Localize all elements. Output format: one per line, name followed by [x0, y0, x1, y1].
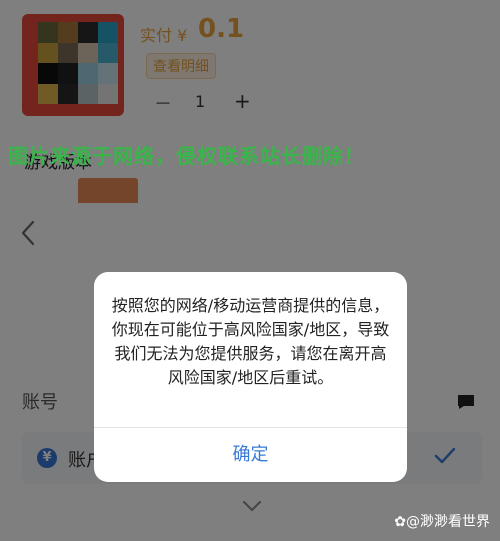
source-watermark: 图片来源于网络，侵权联系站长删除！ [8, 144, 365, 168]
confirm-button[interactable]: 确定 [94, 428, 407, 482]
alert-dialog: 按照您的网络/移动运营商提供的信息，你现在可能位于高风险国家/地区，导致我们无法… [94, 272, 407, 482]
dialog-message: 按照您的网络/移动运营商提供的信息，你现在可能位于高风险国家/地区，导致我们无法… [111, 296, 390, 387]
author-watermark: ✿@渺渺看世界 [394, 514, 490, 530]
